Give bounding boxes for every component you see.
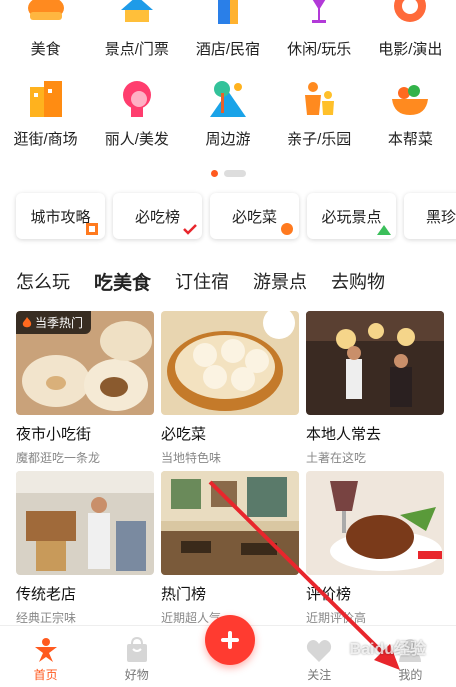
card-must-eat-dish[interactable]: 必吃菜 当地特色味 bbox=[161, 311, 299, 466]
guide-badge-icon bbox=[86, 223, 98, 235]
card-image: 当季热门 bbox=[16, 311, 154, 415]
page-dot bbox=[223, 170, 246, 177]
chip-black-pearl[interactable]: 黑珍珠 bbox=[404, 193, 456, 239]
category-label: 逛街/商场 bbox=[13, 131, 78, 148]
chip-city-guide[interactable]: 城市攻略 bbox=[16, 193, 105, 239]
category-movie[interactable]: 电影/演出 bbox=[365, 0, 456, 59]
tab-go-shopping[interactable]: 去购物 bbox=[331, 268, 385, 303]
nav-label: 首页 bbox=[33, 668, 58, 682]
card-image bbox=[306, 471, 444, 575]
shopping-bag-icon bbox=[126, 637, 147, 662]
chip-must-eat-dish[interactable]: 必吃菜 bbox=[210, 193, 299, 239]
card-subtitle: 魔都逛吃一条龙 bbox=[16, 451, 101, 465]
category-leisure[interactable]: 休闲/玩乐 bbox=[274, 0, 365, 59]
category-mall[interactable]: 逛街/商场 bbox=[0, 76, 91, 149]
card-subtitle: 土著在这吃 bbox=[306, 451, 367, 465]
check-icon bbox=[183, 224, 197, 235]
card-subtitle: 近期评价高 bbox=[306, 611, 367, 625]
nearby-travel-icon bbox=[205, 76, 251, 122]
leisure-icon bbox=[296, 0, 342, 24]
category-local-cuisine[interactable]: 本帮菜 bbox=[365, 76, 456, 149]
chip-label: 必吃菜 bbox=[231, 208, 277, 226]
nav-label: 好物 bbox=[124, 668, 149, 682]
chip-label: 必吃榜 bbox=[134, 208, 180, 226]
category-row-2: 逛街/商场 丽人/美发 周边游 亲子/乐园 本帮菜 bbox=[0, 76, 456, 149]
plus-icon bbox=[221, 631, 239, 649]
card-image bbox=[306, 311, 444, 415]
card-title: 本地人常去 bbox=[306, 426, 382, 443]
card-title: 热门榜 bbox=[161, 586, 207, 603]
food-icon bbox=[23, 0, 69, 24]
category-label: 电影/演出 bbox=[378, 41, 443, 58]
card-image bbox=[161, 311, 299, 415]
tab-eat-food[interactable]: 吃美食 bbox=[94, 268, 152, 303]
card-title: 评价榜 bbox=[306, 586, 352, 603]
category-label: 景点/门票 bbox=[104, 41, 169, 58]
fire-icon bbox=[22, 316, 32, 327]
home-icon bbox=[34, 638, 57, 662]
page-dot-active bbox=[210, 170, 218, 177]
watermark: Baidu经验 bbox=[349, 641, 426, 658]
nav-label: 我的 bbox=[398, 668, 423, 682]
card-image bbox=[161, 471, 299, 575]
category-label: 本帮菜 bbox=[387, 131, 433, 148]
category-label: 亲子/乐园 bbox=[287, 131, 352, 148]
page-indicator bbox=[0, 170, 456, 177]
heart-icon bbox=[307, 640, 332, 662]
category-hotel[interactable]: 酒店/民宿 bbox=[182, 0, 273, 59]
card-hot-list[interactable]: 热门榜 近期超人气 bbox=[161, 471, 299, 626]
dish-badge-icon bbox=[281, 223, 293, 235]
mall-icon bbox=[23, 76, 69, 122]
category-food[interactable]: 美食 bbox=[0, 0, 91, 59]
card-rating-list[interactable]: 评价榜 近期评价高 bbox=[306, 471, 444, 626]
tab-visit-spots[interactable]: 游景点 bbox=[253, 268, 307, 303]
app-page: 美食 景点/门票 酒店/民宿 休闲/玩乐 电影/演出 逛街/商场 丽人/美发 周… bbox=[0, 0, 456, 687]
chip-label: 黑珍珠 bbox=[425, 208, 456, 226]
tab-how-to-play[interactable]: 怎么玩 bbox=[16, 268, 70, 303]
category-beauty[interactable]: 丽人/美发 bbox=[91, 76, 182, 149]
card-title: 夜市小吃街 bbox=[16, 426, 92, 443]
card-night-market[interactable]: 当季热门 夜市小吃街 魔都逛吃一条龙 bbox=[16, 311, 154, 466]
local-cuisine-icon bbox=[387, 76, 433, 122]
hot-tag: 当季热门 bbox=[16, 311, 92, 334]
card-title: 必吃菜 bbox=[161, 426, 207, 443]
hot-tag-label: 当季热门 bbox=[35, 316, 84, 330]
card-traditional-shop[interactable]: 传统老店 经典正宗味 bbox=[16, 471, 154, 626]
nav-home[interactable]: 首页 bbox=[0, 626, 91, 687]
card-subtitle: 当地特色味 bbox=[161, 451, 222, 465]
chip-must-eat-list[interactable]: 必吃榜 bbox=[113, 193, 202, 239]
chip-label: 必玩景点 bbox=[321, 208, 382, 226]
tab-book-stay[interactable]: 订住宿 bbox=[175, 268, 229, 303]
content-tabs: 怎么玩 吃美食 订住宿 游景点 去购物 bbox=[16, 268, 385, 303]
attraction-icon bbox=[114, 0, 160, 24]
category-row-1: 美食 景点/门票 酒店/民宿 休闲/玩乐 电影/演出 bbox=[0, 0, 456, 59]
category-nearby-travel[interactable]: 周边游 bbox=[182, 76, 273, 149]
hotel-icon bbox=[205, 0, 251, 24]
add-button[interactable] bbox=[205, 615, 255, 665]
beauty-icon bbox=[114, 76, 160, 122]
category-attraction[interactable]: 景点/门票 bbox=[91, 0, 182, 59]
nav-goods[interactable]: 好物 bbox=[91, 626, 182, 687]
nav-label: 关注 bbox=[307, 668, 332, 682]
category-label: 美食 bbox=[30, 41, 61, 58]
family-icon bbox=[296, 76, 342, 122]
card-subtitle: 经典正宗味 bbox=[16, 611, 77, 625]
card-title: 传统老店 bbox=[16, 586, 77, 603]
movie-icon bbox=[387, 0, 433, 24]
category-label: 休闲/玩乐 bbox=[287, 41, 352, 58]
spot-badge-icon bbox=[377, 225, 391, 235]
category-label: 酒店/民宿 bbox=[195, 41, 261, 58]
category-label: 周边游 bbox=[205, 131, 251, 148]
category-label: 丽人/美发 bbox=[104, 131, 169, 148]
card-image bbox=[16, 471, 154, 575]
category-family[interactable]: 亲子/乐园 bbox=[274, 76, 365, 149]
chip-label: 城市攻略 bbox=[30, 208, 91, 226]
quick-chips: 城市攻略 必吃榜 必吃菜 必玩景点 黑珍珠 bbox=[16, 193, 456, 239]
card-local-favorite[interactable]: 本地人常去 土著在这吃 bbox=[306, 311, 444, 466]
chip-must-play-spots[interactable]: 必玩景点 bbox=[307, 193, 396, 239]
